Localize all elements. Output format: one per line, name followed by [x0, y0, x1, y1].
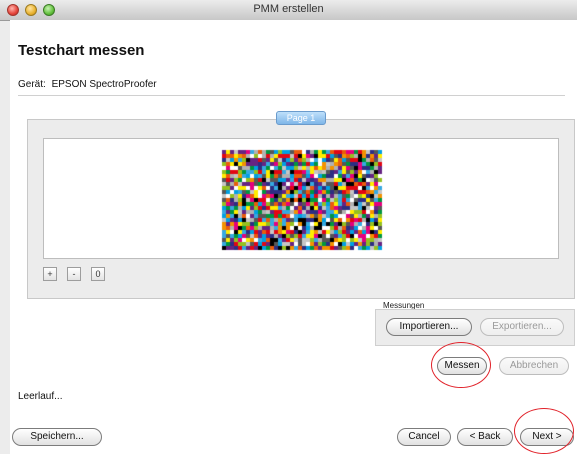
- device-value: EPSON SpectroProofer: [51, 79, 157, 90]
- testchart-image: [219, 146, 384, 252]
- zoom-reset-button[interactable]: 0: [91, 267, 105, 281]
- device-info: Gerät: EPSON SpectroProofer: [18, 79, 157, 90]
- window-titlebar: PMM erstellen: [0, 0, 577, 21]
- annotation-circle-next: [514, 408, 574, 454]
- back-button[interactable]: < Back: [457, 428, 513, 446]
- save-button[interactable]: Speichern...: [12, 428, 102, 446]
- status-text: Leerlauf...: [18, 391, 63, 402]
- zoom-out-button[interactable]: -: [67, 267, 81, 281]
- cancel-button[interactable]: Cancel: [397, 428, 451, 446]
- import-button[interactable]: Importieren...: [386, 318, 472, 336]
- divider: [18, 95, 565, 96]
- page-title: Testchart messen: [18, 42, 145, 59]
- page-tab[interactable]: Page 1: [276, 111, 326, 125]
- device-label: Gerät:: [18, 79, 46, 90]
- window-title: PMM erstellen: [253, 3, 324, 15]
- abort-button[interactable]: Abbrechen: [499, 357, 569, 375]
- zoom-in-button[interactable]: +: [43, 267, 57, 281]
- annotation-circle-measure: [431, 342, 491, 388]
- export-button[interactable]: Exportieren...: [480, 318, 564, 336]
